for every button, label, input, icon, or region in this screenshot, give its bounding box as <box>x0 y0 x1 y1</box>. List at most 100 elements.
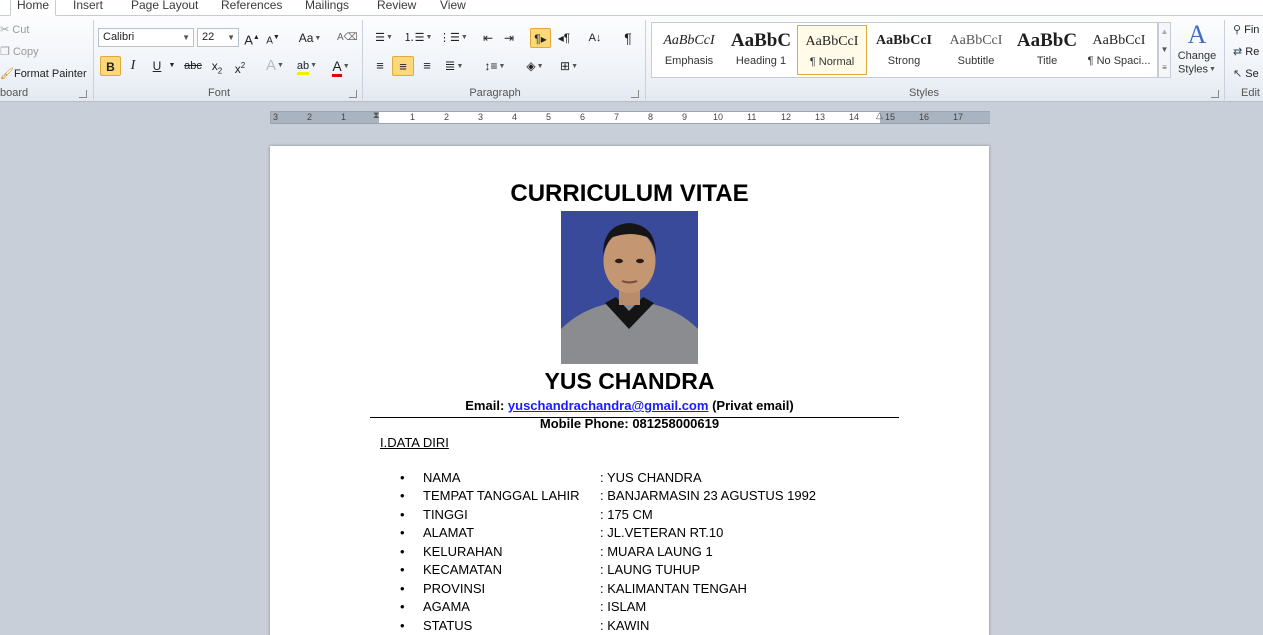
style-heading-1[interactable]: AaBbC Heading 1 <box>726 25 796 75</box>
replace-button[interactable]: ⇄ Re <box>1233 45 1259 58</box>
highlight-color-icon[interactable]: ab▼ <box>293 56 321 76</box>
font-launcher-icon[interactable] <box>349 90 357 98</box>
field-value: : LAUNG TUHUP <box>600 562 701 577</box>
style-preview: AaBbC <box>1016 30 1078 51</box>
tab-references[interactable]: References <box>215 0 288 16</box>
more-icon[interactable]: ≡ <box>1159 59 1170 77</box>
change-styles-button[interactable]: A Change Styles▼ <box>1174 20 1220 84</box>
decrease-indent-icon[interactable]: ⇤ <box>479 28 497 48</box>
section-heading: I.DATA DIRI <box>380 435 449 450</box>
clear-formatting-icon[interactable]: A⌫ <box>337 28 358 48</box>
group-divider <box>1224 20 1225 100</box>
clipboard-group-label: board <box>0 87 29 99</box>
shrink-font-icon[interactable]: A▼ <box>264 28 282 48</box>
style-subtitle[interactable]: AaBbCcI Subtitle <box>941 25 1011 75</box>
style-name: Title <box>1036 55 1058 67</box>
horizontal-ruler[interactable]: ⧗ △ 3 2 1 1 2 3 4 5 6 7 8 9 10 11 12 13 … <box>270 110 990 124</box>
field-label: AGAMA <box>423 599 470 614</box>
cursor-icon: ↖ <box>1233 68 1246 80</box>
align-center-icon[interactable]: ≡ <box>392 56 414 76</box>
justify-icon[interactable]: ≣▼ <box>440 56 468 76</box>
left-to-right-icon[interactable]: ¶▸ <box>530 28 551 48</box>
style-strong[interactable]: AaBbCcI Strong <box>869 25 939 75</box>
change-styles-label: Change <box>1177 50 1217 62</box>
field-value: : 175 CM <box>600 507 653 522</box>
numbering-icon[interactable]: ⒈☰▼ <box>403 28 433 48</box>
cut-button[interactable]: ✂ Cut <box>0 23 29 36</box>
ribbon-tabs: Home Insert Page Layout References Maili… <box>0 0 1263 16</box>
underline-dropdown-icon[interactable]: ▼ <box>168 56 176 76</box>
style-preview: AaBbCcI <box>805 34 859 49</box>
right-indent-marker-icon[interactable]: △ <box>876 110 883 121</box>
tab-review[interactable]: Review <box>371 0 422 16</box>
replace-label: Re <box>1245 46 1260 58</box>
ruler-number: 4 <box>512 112 518 122</box>
chevron-down-icon[interactable]: ▼ <box>1159 41 1170 59</box>
sort-icon[interactable]: A↓ <box>585 28 605 48</box>
editing-group-label: Edit <box>1241 87 1260 99</box>
format-painter-button[interactable]: 🖌Format Painter <box>0 67 87 80</box>
copy-button[interactable]: ❐ Copy <box>0 45 39 58</box>
bullet-icon: • <box>400 581 405 596</box>
find-button[interactable]: ⚲ Fin <box>1233 23 1259 36</box>
text-effects-icon[interactable]: A▼ <box>263 56 287 76</box>
style-emphasis[interactable]: AaBbCcI Emphasis <box>654 25 724 75</box>
style-title[interactable]: AaBbC Title <box>1012 25 1082 75</box>
line-spacing-icon[interactable]: ↕≡▼ <box>481 56 509 76</box>
increase-indent-icon[interactable]: ⇥ <box>500 28 518 48</box>
right-to-left-icon[interactable]: ◂¶ <box>554 28 574 48</box>
italic-button[interactable]: I <box>124 56 142 76</box>
bullet-icon: • <box>400 470 405 485</box>
bullets-icon[interactable]: ☰▼ <box>370 28 398 48</box>
document-page[interactable]: CURRICULUM VITAE YUS CHANDRA Email: yusc… <box>270 146 989 635</box>
paintbrush-icon: 🖌 <box>0 68 14 80</box>
multilevel-list-icon[interactable]: ⋮☰▼ <box>439 28 468 48</box>
email-link[interactable]: yuschandrachandra@gmail.com <box>508 398 709 413</box>
tab-home[interactable]: Home <box>10 0 57 16</box>
style-name: ¶ No Spaci... <box>1087 55 1151 67</box>
styles-gallery: AaBbCcI Emphasis AaBbC Heading 1 AaBbCcI… <box>651 22 1158 78</box>
style-name: Heading 1 <box>735 55 787 67</box>
superscript-button[interactable]: x2 <box>230 56 250 76</box>
styles-gallery-scroll[interactable]: ▲ ▼ ≡ <box>1158 22 1171 78</box>
styles-launcher-icon[interactable] <box>1211 90 1219 98</box>
tab-mailings[interactable]: Mailings <box>299 0 355 16</box>
grow-font-icon[interactable]: A▲ <box>243 28 261 48</box>
person-photo-icon <box>561 211 698 364</box>
chevron-down-icon: ▼ <box>227 33 235 42</box>
style-name: Emphasis <box>664 55 714 67</box>
style-normal[interactable]: AaBbCcI ¶ Normal <box>797 25 867 75</box>
strikethrough-button[interactable]: abc <box>182 56 204 76</box>
show-formatting-marks-icon[interactable]: ¶ <box>619 28 637 48</box>
tab-page-layout[interactable]: Page Layout <box>125 0 204 16</box>
tab-insert[interactable]: Insert <box>67 0 109 16</box>
tab-view[interactable]: View <box>434 0 472 16</box>
select-button[interactable]: ↖ Se <box>1233 67 1259 80</box>
paragraph-launcher-icon[interactable] <box>631 90 639 98</box>
bullet-icon: • <box>400 507 405 522</box>
chevron-up-icon[interactable]: ▲ <box>1159 23 1170 41</box>
font-name-combo[interactable]: Calibri ▼ <box>98 28 194 47</box>
indent-marker-icon[interactable]: ⧗ <box>373 110 379 121</box>
style-no-spacing[interactable]: AaBbCcI ¶ No Spaci... <box>1084 25 1154 75</box>
underline-button[interactable]: U <box>148 56 166 76</box>
align-left-icon[interactable]: ≡ <box>370 56 390 76</box>
subscript-button[interactable]: x2 <box>207 56 227 76</box>
style-preview: AaBbCcI <box>875 33 932 48</box>
borders-icon[interactable]: ⊞▼ <box>555 56 583 76</box>
style-preview: AaBbCcI <box>949 33 1003 48</box>
align-right-icon[interactable]: ≡ <box>417 56 437 76</box>
ruler-number: 17 <box>953 112 964 122</box>
font-size-value: 22 <box>202 31 215 43</box>
clipboard-launcher-icon[interactable] <box>79 90 87 98</box>
email-label: Email: <box>465 398 505 413</box>
font-size-combo[interactable]: 22 ▼ <box>197 28 239 47</box>
field-value: : KAWIN <box>600 618 650 633</box>
change-case-icon[interactable]: Aa▼ <box>296 28 324 48</box>
font-color-icon[interactable]: A▼ <box>327 56 355 77</box>
email-note: (Privat email) <box>712 398 794 413</box>
shading-icon[interactable]: ◈▼ <box>521 56 549 76</box>
group-divider <box>93 20 94 100</box>
bold-button[interactable]: B <box>100 56 121 76</box>
bullet-icon: • <box>400 488 405 503</box>
